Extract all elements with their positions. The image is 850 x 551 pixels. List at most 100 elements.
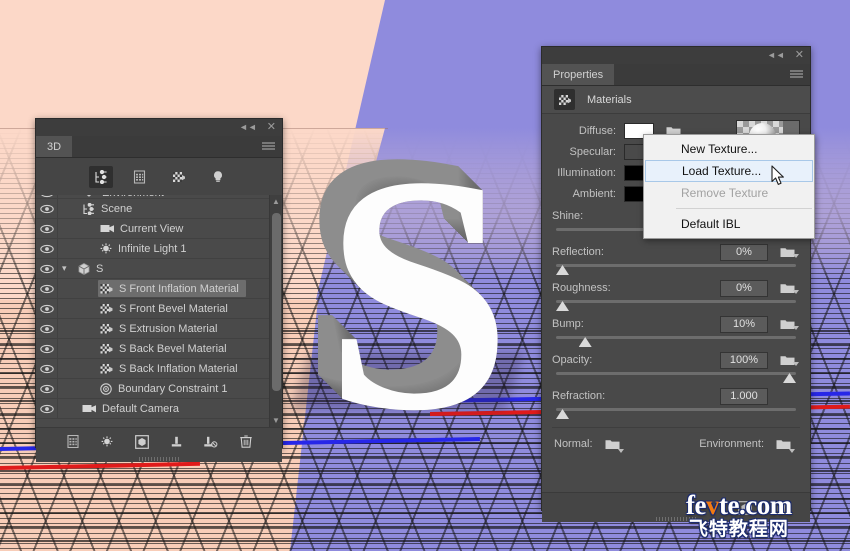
scene-list-row[interactable]: S Front Inflation Material (36, 279, 282, 299)
opacity-value-input[interactable]: 100% (720, 351, 768, 369)
visibility-toggle-eye-icon[interactable] (36, 195, 58, 198)
close-icon[interactable]: ✕ (795, 50, 804, 61)
hamburger-menu-icon[interactable] (262, 142, 275, 151)
opacity-texture-folder-icon[interactable] (777, 354, 799, 366)
chevron-down-icon[interactable] (789, 448, 795, 453)
visibility-toggle-eye-icon[interactable] (36, 339, 58, 358)
bump-value-input[interactable]: 10% (720, 315, 768, 333)
scene-list-row[interactable]: Infinite Light 1 (36, 239, 282, 259)
scene-row-label: Default Camera (102, 402, 180, 415)
bump-label: Bump: (552, 318, 584, 330)
menu-item-default-ibl[interactable]: Default IBL (644, 213, 814, 235)
visibility-toggle-eye-icon[interactable] (36, 299, 58, 318)
close-icon[interactable]: ✕ (267, 122, 276, 133)
constraint-remove-icon (203, 436, 218, 448)
scene-list-row[interactable]: Current View (36, 219, 282, 239)
chevron-down-icon[interactable]: ▼ (270, 414, 282, 427)
double-chevron-left-icon[interactable]: ◄◄ (239, 123, 257, 132)
refraction-track[interactable] (556, 407, 796, 420)
add-light-button[interactable] (101, 436, 113, 447)
tab-properties[interactable]: Properties (542, 64, 615, 85)
scene-row-label-box[interactable]: Scene (80, 200, 139, 217)
chevron-down-icon[interactable] (793, 326, 799, 330)
scene-row-label-box[interactable]: Default Camera (80, 400, 186, 417)
materials-section-title: Materials (587, 93, 632, 106)
roughness-track[interactable] (556, 299, 796, 312)
scene-row-label-box[interactable]: S Back Bevel Material (98, 340, 234, 357)
tab-3d-label: 3D (47, 140, 62, 153)
normal-map-folder-icon[interactable] (602, 436, 624, 453)
scene-list-row[interactable]: S Extrusion Material (36, 319, 282, 339)
bump-track[interactable] (556, 335, 796, 348)
scrollbar-thumb[interactable] (272, 213, 281, 391)
chevron-down-icon[interactable] (793, 290, 799, 294)
refraction-value-input[interactable]: 1.000 (720, 387, 768, 405)
reflection-value-input[interactable]: 0% (720, 243, 768, 261)
visibility-toggle-eye-icon[interactable] (36, 219, 58, 238)
watermark: fevte.com 飞特教程网 (686, 492, 792, 539)
scene-row-label-box[interactable]: S Front Bevel Material (98, 300, 235, 317)
double-chevron-left-icon[interactable]: ◄◄ (767, 51, 785, 60)
hamburger-menu-icon[interactable] (790, 70, 803, 79)
properties-panel[interactable]: ◄◄ ✕ Properties Materials Diffuse: Specu… (541, 46, 811, 522)
chevron-down-icon[interactable] (617, 448, 624, 453)
3d-panel-resize-grip[interactable] (36, 455, 282, 462)
opacity-track[interactable] (556, 371, 796, 384)
visibility-toggle-eye-icon[interactable] (36, 359, 58, 378)
scene-list-row[interactable]: S Front Bevel Material (36, 299, 282, 319)
3d-panel[interactable]: ◄◄ ✕ 3D Scene Current View Infinite Ligh… (35, 118, 283, 462)
scene-row-label: Boundary Constraint 1 (118, 382, 228, 395)
reflection-track[interactable] (556, 263, 796, 276)
scene-row-label-box[interactable]: S Front Inflation Material (98, 280, 246, 297)
texture-context-menu[interactable]: New Texture... Load Texture... Remove Text… (643, 134, 815, 239)
shine-label: Shine: (552, 210, 584, 222)
roughness-texture-folder-icon[interactable] (777, 282, 799, 294)
visibility-toggle-eye-icon[interactable] (36, 239, 58, 258)
scene-tree-icon[interactable] (88, 165, 113, 188)
reflection-texture-folder-icon[interactable] (777, 246, 799, 258)
properties-titlebar: ◄◄ ✕ (542, 47, 810, 64)
visibility-toggle-eye-icon[interactable] (36, 399, 58, 418)
light-bulb-icon[interactable] (206, 166, 230, 188)
roughness-value-input[interactable]: 0% (720, 279, 768, 297)
visibility-toggle-eye-icon[interactable] (36, 259, 58, 278)
tab-3d[interactable]: 3D (36, 136, 73, 157)
materials-icon[interactable] (167, 166, 191, 188)
scene-row-label-box[interactable]: Current View (98, 220, 190, 237)
delete-button[interactable] (239, 435, 252, 448)
environment-map-folder-icon[interactable] (773, 436, 795, 453)
scene-row-body: ▾ S (58, 259, 282, 278)
3d-scene-list[interactable]: Environment Scene Current View Infinite Lig… (36, 195, 282, 427)
bump-texture-folder-icon[interactable] (777, 318, 799, 330)
scene-list-row[interactable]: Default Camera (36, 399, 282, 419)
chevron-down-icon[interactable] (793, 362, 799, 366)
scene-list-row[interactable]: S Back Inflation Material (36, 359, 282, 379)
chevron-up-icon[interactable]: ▲ (270, 195, 282, 208)
scene-row-label: S Back Bevel Material (119, 342, 227, 355)
mouse-cursor-icon (771, 165, 787, 192)
menu-item-new-texture[interactable]: New Texture... (644, 138, 814, 160)
3d-list-scrollbar[interactable]: ▲ ▼ (269, 195, 282, 427)
remove-constraint-button[interactable] (203, 436, 218, 448)
add-constraint-button[interactable] (171, 436, 182, 448)
scene-list-row[interactable]: S Back Bevel Material (36, 339, 282, 359)
scene-list-row[interactable]: Boundary Constraint 1 (36, 379, 282, 399)
chevron-down-icon[interactable]: ▾ (62, 263, 72, 274)
visibility-toggle-eye-icon[interactable] (36, 379, 58, 398)
scene-row-label-box[interactable]: S (76, 260, 110, 277)
scene-row-label-box[interactable]: S Back Inflation Material (98, 360, 245, 377)
scene-row-label-box[interactable]: Boundary Constraint 1 (98, 380, 234, 397)
scene-row-label-box[interactable]: S Extrusion Material (98, 320, 224, 337)
add-mesh-button[interactable] (66, 435, 79, 448)
visibility-toggle-eye-icon[interactable] (36, 319, 58, 338)
chevron-down-icon[interactable] (793, 254, 799, 258)
extruded-letter-s[interactable]: S S (300, 101, 560, 463)
visibility-toggle-eye-icon[interactable] (36, 199, 58, 218)
visibility-toggle-eye-icon[interactable] (36, 279, 58, 298)
mesh-grid-icon[interactable] (128, 166, 152, 188)
scene-row-label-box[interactable]: Infinite Light 1 (98, 240, 194, 257)
render-button[interactable] (134, 434, 149, 449)
menu-item-load-texture[interactable]: Load Texture... (645, 160, 813, 182)
scene-list-row[interactable]: ▾ S (36, 259, 282, 279)
scene-list-row[interactable]: Scene (36, 199, 282, 219)
